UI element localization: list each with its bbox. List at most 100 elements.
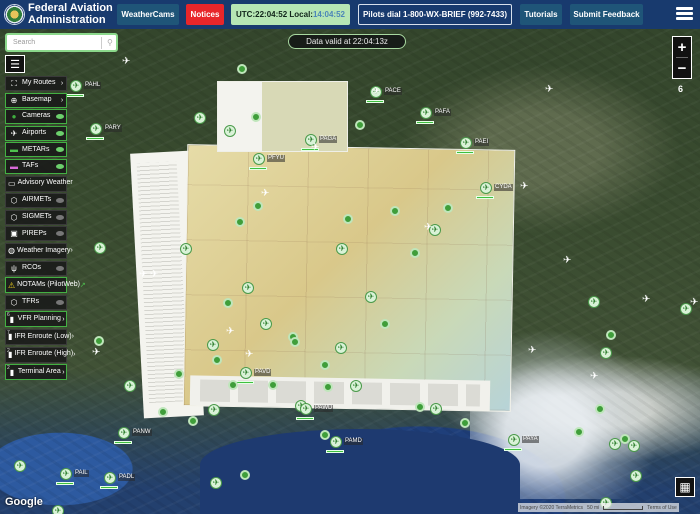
airport-marker[interactable]: ✈ [210,477,222,489]
airport-marker[interactable]: ✈ [194,112,206,124]
weathercam-marker[interactable] [251,112,261,122]
airport-marker[interactable]: ✈ [240,367,252,379]
menu-item-my-routes[interactable]: ⛶ My Routes › [5,76,67,91]
brand-title[interactable]: Federal Aviation Administration [28,2,113,26]
airport-marker[interactable]: ✈ [94,242,106,254]
weathercam-marker[interactable] [253,201,263,211]
airport-marker[interactable]: ✈ [460,137,472,149]
eye-off-icon[interactable] [56,265,64,271]
airport-marker[interactable]: ✈ [300,403,312,415]
menu-item-airmets[interactable]: ⬡ AIRMETs [5,193,67,209]
weathercams-button[interactable]: WeatherCams [117,4,179,25]
airplane-icon[interactable]: ✈ [642,295,650,305]
menu-item-tafs[interactable]: ▬ TAFs [5,158,67,174]
airplane-icon[interactable]: ✈ [226,327,234,337]
airplane-icon[interactable]: ✈ [520,182,528,192]
weathercam-marker[interactable] [460,418,470,428]
chevron-right-icon[interactable]: › [61,316,66,323]
airplane-icon[interactable]: ✈ [563,256,571,266]
search-icon[interactable]: ⚲ [107,38,113,47]
airplane-icon[interactable]: ✈ [545,85,553,95]
layers-icon[interactable]: ☰ [5,55,25,73]
airport-marker[interactable]: ✈ [253,153,265,165]
airport-marker[interactable]: ✈ [90,123,102,135]
airport-marker[interactable]: ✈ [330,436,342,448]
weathercam-marker[interactable] [320,430,330,440]
weathercam-marker[interactable] [343,214,353,224]
weathercam-marker[interactable] [323,382,333,392]
chevron-right-icon[interactable]: › [72,333,74,340]
external-link-icon[interactable]: ↗ [80,281,86,289]
faa-logo[interactable] [4,4,25,25]
airport-marker[interactable]: ✈ [430,403,442,415]
airplane-icon[interactable]: ✈ [528,346,536,356]
weathercam-marker[interactable] [410,248,420,258]
weathercam-marker[interactable] [290,337,300,347]
airport-marker[interactable]: ✈ [260,318,272,330]
weathercam-marker[interactable] [574,427,584,437]
menu-item-weather-imagery[interactable]: ◍ Weather Imagery › [5,242,73,259]
airport-marker[interactable]: ✈ [600,347,612,359]
airport-marker[interactable]: ✈ [207,339,219,351]
airplane-icon[interactable]: ✈ [261,189,269,199]
menu-item-notams-pilotweb[interactable]: ⚠ NOTAMs (PilotWeb) ↗ [5,277,86,294]
airport-marker[interactable]: ✈ [208,404,220,416]
weathercam-marker[interactable] [620,434,630,444]
airplane-icon[interactable]: ✈ [92,348,100,358]
airport-marker[interactable]: ✈ [630,470,642,482]
airport-marker[interactable]: ✈ [336,243,348,255]
airport-marker[interactable]: ✈ [70,80,82,92]
airport-marker[interactable]: ✈ [180,243,192,255]
weathercam-marker[interactable] [390,206,400,216]
airport-marker[interactable]: ✈ [365,291,377,303]
weathercam-marker[interactable] [188,416,198,426]
weathercam-marker[interactable] [235,217,245,227]
airplane-icon[interactable]: ✈ [690,298,698,308]
weathercam-marker[interactable] [415,402,425,412]
airport-marker[interactable]: ✈ [335,342,347,354]
notices-button[interactable]: Notices [186,4,224,25]
eye-off-icon[interactable] [56,231,64,237]
airport-marker[interactable]: ✈ [508,434,520,446]
chevron-right-icon[interactable]: › [71,247,73,254]
weathercam-marker[interactable] [380,319,390,329]
airport-marker[interactable]: ✈ [480,182,492,194]
search-input[interactable]: Search ⚲ [5,33,118,52]
eye-icon[interactable] [56,163,64,169]
airplane-icon[interactable]: ✈ [245,350,253,360]
airplane-icon[interactable]: ✈ [311,143,319,153]
menu-item-metars[interactable]: ▬ METARs [5,142,67,158]
airport-marker[interactable]: ✈ [52,505,64,514]
weathercam-marker[interactable] [228,380,238,390]
eye-icon[interactable] [56,147,64,153]
airplane-icon[interactable]: ✈ [424,223,432,233]
airport-marker[interactable]: ✈ [118,427,130,439]
airplane-icon[interactable]: ✈ [139,270,147,280]
chevron-right-icon[interactable]: › [73,351,75,358]
zoom-in-button[interactable]: + [673,37,691,57]
weathercam-marker[interactable] [237,64,247,74]
weathercam-marker[interactable] [595,404,605,414]
weathercam-marker[interactable] [212,355,222,365]
hamburger-icon[interactable] [676,7,693,21]
menu-item-tfrs[interactable]: ⬡ TFRs [5,294,67,310]
weathercam-marker[interactable] [268,380,278,390]
airport-marker[interactable]: ✈ [124,380,136,392]
airport-marker[interactable]: ✈ [60,468,72,480]
eye-off-icon[interactable] [56,214,64,220]
legend-list-icon[interactable]: ▦ [675,477,695,497]
weathercam-marker[interactable] [606,330,616,340]
weathercam-marker[interactable] [174,369,184,379]
eye-off-icon[interactable] [56,299,64,305]
airport-marker[interactable]: ✈ [14,460,26,472]
airport-marker[interactable]: ✈ [588,296,600,308]
menu-item-pireps[interactable]: ▣ PIREPs [5,226,67,242]
weathercam-marker[interactable] [355,120,365,130]
airport-marker[interactable]: ✈ [224,125,236,137]
airplane-icon[interactable]: ✈ [372,87,380,97]
tutorials-button[interactable]: Tutorials [520,4,562,25]
weathercam-marker[interactable] [223,298,233,308]
airport-marker[interactable]: ✈ [104,472,116,484]
eye-icon[interactable] [56,114,64,120]
menu-item-basemap[interactable]: ⊕ Basemap › [5,92,67,108]
